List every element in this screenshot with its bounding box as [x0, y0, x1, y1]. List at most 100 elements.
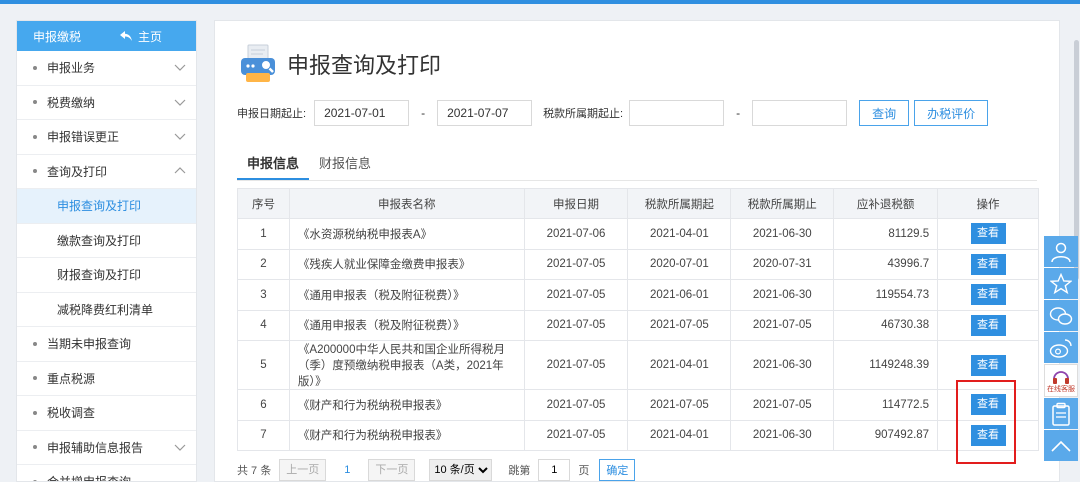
tab-financial-info[interactable]: 财报信息	[309, 151, 381, 180]
view-button[interactable]: 查看	[970, 394, 1006, 416]
sidebar-item-tax-payment[interactable]: 税费缴纳	[17, 86, 196, 120]
sidebar-item-undeclared-query[interactable]: 当期未申报查询	[17, 327, 196, 362]
top-accent-bar	[0, 0, 1080, 4]
col-header-period-start: 税款所属期起	[627, 188, 732, 219]
view-button[interactable]: 查看	[970, 284, 1006, 306]
online-service-button[interactable]: 在线客服	[1044, 364, 1078, 397]
filter-bar: 申报日期起止: - 税款所属期起止: - 查询 办税评价	[237, 99, 989, 127]
weibo-button[interactable]	[1044, 332, 1078, 363]
cell-action: 查看	[937, 248, 1039, 280]
arrow-up-icon	[1051, 440, 1071, 452]
table-header-row: 序号 申报表名称 申报日期 税款所属期起 税款所属期止 应补退税额 操作	[237, 188, 1039, 219]
clipboard-button[interactable]	[1044, 398, 1078, 429]
sidebar-item-label: 重点税源	[47, 371, 96, 386]
next-page-button[interactable]: 下一页	[368, 459, 416, 481]
query-button[interactable]: 查询	[859, 100, 910, 126]
page-number[interactable]: 1	[344, 464, 350, 476]
col-header-action: 操作	[937, 188, 1039, 219]
sidebar: 申报缴税 主页 申报业务 税费缴纳 申报错误更正 查询及打印 申报查询及打印 缴…	[16, 20, 197, 482]
cell-period-end: 2020-07-31	[730, 248, 835, 280]
favorite-button[interactable]	[1044, 268, 1078, 299]
date-end-input[interactable]	[437, 100, 533, 126]
wechat-button[interactable]	[1044, 300, 1078, 331]
sidebar-subitem-declare-query[interactable]: 申报查询及打印	[17, 189, 196, 224]
cell-no: 3	[237, 279, 290, 311]
bullet-icon	[33, 376, 37, 381]
view-button[interactable]: 查看	[970, 223, 1006, 245]
cell-amount: 1149248.39	[833, 340, 939, 390]
wechat-icon	[1049, 306, 1073, 325]
cell-name: 《通用申报表（税及附征税费）》	[288, 279, 525, 311]
cell-amount: 114772.5	[833, 389, 939, 421]
prev-page-button[interactable]: 上一页	[279, 459, 327, 481]
goto-confirm-button[interactable]: 确定	[599, 459, 636, 481]
sidebar-subitem-payment-query[interactable]: 缴款查询及打印	[17, 224, 196, 258]
table-row: 1 《水资源税纳税申报表A》 2021-07-06 2021-04-01 202…	[237, 218, 1039, 250]
bullet-icon	[33, 65, 37, 70]
date-range-label: 申报日期起止:	[237, 108, 307, 120]
cell-period-start: 2021-04-01	[627, 340, 732, 390]
tab-declare-info[interactable]: 申报信息	[237, 151, 310, 180]
bullet-icon	[33, 134, 37, 139]
sidebar-item-tax-survey[interactable]: 税收调查	[17, 396, 196, 431]
period-start-input[interactable]	[629, 100, 725, 126]
date-start-input[interactable]	[314, 100, 410, 126]
cell-no: 6	[237, 389, 290, 421]
cell-no: 7	[237, 419, 290, 451]
user-button[interactable]	[1044, 236, 1078, 267]
page-size-select[interactable]: 10 条/页	[429, 459, 493, 481]
sidebar-item-label: 当期未申报查询	[47, 337, 132, 352]
period-end-input[interactable]	[752, 100, 848, 126]
sidebar-title: 申报缴税	[33, 29, 82, 44]
cell-date: 2021-07-05	[523, 419, 629, 451]
cell-period-start: 2021-04-01	[627, 218, 732, 250]
online-service-label: 在线客服	[1047, 385, 1075, 393]
sidebar-item-key-tax-source[interactable]: 重点税源	[17, 362, 196, 396]
cell-period-start: 2020-07-01	[627, 248, 732, 280]
chevron-down-icon	[174, 99, 186, 106]
back-to-top-button[interactable]	[1044, 430, 1078, 461]
sidebar-item-label: 查询及打印	[47, 164, 108, 179]
range-separator: -	[736, 106, 741, 120]
sidebar-subitem-financial-query[interactable]: 财报查询及打印	[17, 258, 196, 293]
sidebar-item-query-print[interactable]: 查询及打印	[17, 155, 196, 189]
cell-no: 1	[237, 218, 290, 250]
cell-period-end: 2021-06-30	[730, 279, 835, 311]
view-button[interactable]: 查看	[970, 253, 1006, 275]
rate-service-button[interactable]: 办税评价	[914, 100, 989, 126]
cell-amount: 907492.87	[833, 419, 939, 451]
col-header-no: 序号	[237, 188, 290, 219]
goto-label: 跳第	[508, 465, 531, 477]
sidebar-item-merged-query[interactable]: 合并增申报查询	[17, 465, 196, 481]
cell-name: 《财产和行为税纳税申报表》	[288, 389, 525, 421]
home-link[interactable]: 主页	[119, 28, 162, 45]
col-header-amount: 应补退税额	[833, 188, 939, 219]
cell-name: 《水资源税纳税申报表A》	[288, 218, 525, 250]
sidebar-item-label: 申报查询及打印	[57, 199, 142, 214]
cell-period-end: 2021-07-05	[730, 309, 835, 341]
goto-page-input[interactable]	[538, 459, 571, 481]
cell-action: 查看	[937, 309, 1039, 341]
period-range-label: 税款所属期起止:	[543, 108, 624, 120]
cell-period-start: 2021-07-05	[627, 309, 732, 341]
view-button[interactable]: 查看	[970, 354, 1006, 376]
cell-no: 2	[237, 248, 290, 280]
view-button[interactable]: 查看	[970, 424, 1006, 446]
headset-icon	[1053, 370, 1069, 384]
back-arrow-icon	[119, 31, 132, 41]
view-button[interactable]: 查看	[970, 314, 1006, 336]
range-separator: -	[421, 106, 426, 120]
bullet-icon	[33, 341, 37, 346]
sidebar-item-declare-business[interactable]: 申报业务	[17, 51, 196, 86]
cell-action: 查看	[937, 419, 1039, 451]
sidebar-subitem-tax-cut-list[interactable]: 减税降费红利清单	[17, 293, 196, 327]
table-row: 2 《残疾人就业保障金缴费申报表》 2021-07-05 2020-07-01 …	[237, 248, 1039, 280]
chevron-down-icon	[174, 444, 186, 451]
cell-date: 2021-07-06	[523, 218, 629, 250]
sidebar-item-aux-report[interactable]: 申报辅助信息报告	[17, 431, 196, 465]
cell-date: 2021-07-05	[523, 279, 629, 311]
sidebar-item-error-correction[interactable]: 申报错误更正	[17, 120, 196, 155]
table-row: 7 《财产和行为税纳税申报表》 2021-07-05 2021-04-01 20…	[237, 419, 1039, 451]
chevron-down-icon	[174, 133, 186, 140]
chevron-up-icon	[174, 166, 186, 173]
